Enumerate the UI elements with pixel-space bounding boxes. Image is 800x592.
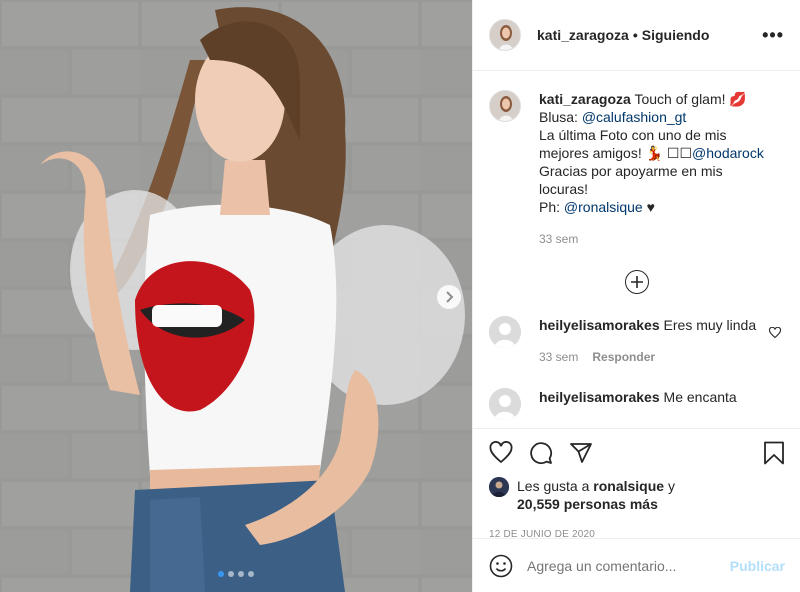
add-comment-bar: Publicar [473, 538, 800, 592]
mention-link[interactable]: @calufashion_gt [582, 109, 687, 125]
avatar[interactable] [489, 388, 521, 420]
carousel-dot [238, 571, 244, 577]
share-icon [570, 443, 592, 463]
caption-ph-prefix: Ph: [539, 199, 564, 215]
photo-illustration [0, 0, 472, 592]
more-icon: ••• [762, 24, 784, 45]
like-button[interactable] [489, 441, 513, 465]
caption-blusa-prefix: Blusa: [539, 109, 582, 125]
caption-ph-suffix: ♥ [642, 199, 655, 215]
mention-link[interactable]: @ronalsique [564, 199, 643, 215]
post-caption: kati_zaragoza Touch of glam! 💋 Blusa: @c… [489, 72, 785, 248]
mention-link[interactable]: @hodarock [692, 145, 764, 161]
comment-text: Eres muy linda [659, 317, 757, 333]
likes-count[interactable]: 20,559 personas más [517, 496, 658, 512]
bookmark-icon [764, 441, 784, 465]
comment-icon [530, 442, 553, 465]
comment-text: Me encanta [659, 389, 737, 405]
likes-prefix: Les gusta a [517, 478, 594, 494]
comment-username[interactable]: heilyelisamorakes [539, 389, 660, 405]
avatar[interactable] [489, 477, 509, 497]
avatar[interactable] [489, 19, 521, 51]
comments-list[interactable]: kati_zaragoza Touch of glam! 💋 Blusa: @c… [473, 72, 800, 428]
plus-circle-icon[interactable] [625, 270, 649, 294]
save-button[interactable] [763, 441, 785, 465]
carousel-dot [228, 571, 234, 577]
avatar[interactable] [489, 90, 521, 122]
caption-line-4: Gracias por apoyarme en mis locuras! [539, 163, 723, 197]
share-button[interactable] [569, 441, 593, 465]
post-username[interactable]: kati_zaragoza [537, 27, 629, 43]
emoji-icon [489, 554, 513, 577]
caption-line-1: Touch of glam! 💋 [630, 91, 747, 107]
caption-time[interactable]: 33 sem [539, 232, 578, 246]
comment-meta: 33 sem Responder [539, 348, 761, 366]
action-icons [489, 439, 785, 467]
carousel-dot [218, 571, 224, 577]
heart-icon [489, 441, 513, 464]
header-separator: • [632, 27, 638, 43]
reply-button[interactable]: Responder [592, 350, 655, 364]
comment-time[interactable]: 33 sem [539, 350, 578, 364]
carousel-dot [248, 571, 254, 577]
chevron-right-icon [446, 291, 454, 303]
comment-username[interactable]: heilyelisamorakes [539, 317, 660, 333]
comment-item: heilyelisamorakes Eres muy linda 33 sem R… [489, 316, 785, 366]
next-photo-button[interactable] [437, 285, 461, 309]
post-actions: Les gusta a ronalsique y 20,559 personas… [473, 428, 800, 540]
load-more-comments[interactable] [489, 270, 785, 294]
caption-glyphs: ☐☐ [666, 145, 693, 161]
emoji-button[interactable] [489, 554, 513, 578]
carousel-indicator [0, 571, 472, 577]
likes-user[interactable]: ronalsique [593, 478, 664, 494]
publish-button[interactable]: Publicar [730, 558, 785, 574]
more-options-button[interactable]: ••• [762, 25, 784, 46]
likes-summary: Les gusta a ronalsique y 20,559 personas… [489, 477, 785, 513]
post-header: kati_zaragoza • Siguiendo ••• [473, 0, 800, 71]
comment-item: heilyelisamorakes Me encanta [489, 388, 785, 420]
caption-username[interactable]: kati_zaragoza [539, 91, 631, 107]
like-comment-button[interactable] [768, 326, 782, 342]
post-photo[interactable] [0, 0, 472, 592]
comment-button[interactable] [529, 441, 553, 465]
post-panel: kati_zaragoza • Siguiendo ••• kati_zarag… [472, 0, 800, 592]
likes-suffix: y [664, 478, 675, 494]
follow-status-button[interactable]: Siguiendo [642, 27, 710, 43]
heart-icon [768, 326, 782, 339]
caption-text: kati_zaragoza Touch of glam! 💋 Blusa: @c… [539, 90, 767, 248]
comment-input[interactable] [527, 557, 730, 574]
caption-meta: 33 sem [539, 230, 767, 248]
avatar[interactable] [489, 316, 521, 348]
